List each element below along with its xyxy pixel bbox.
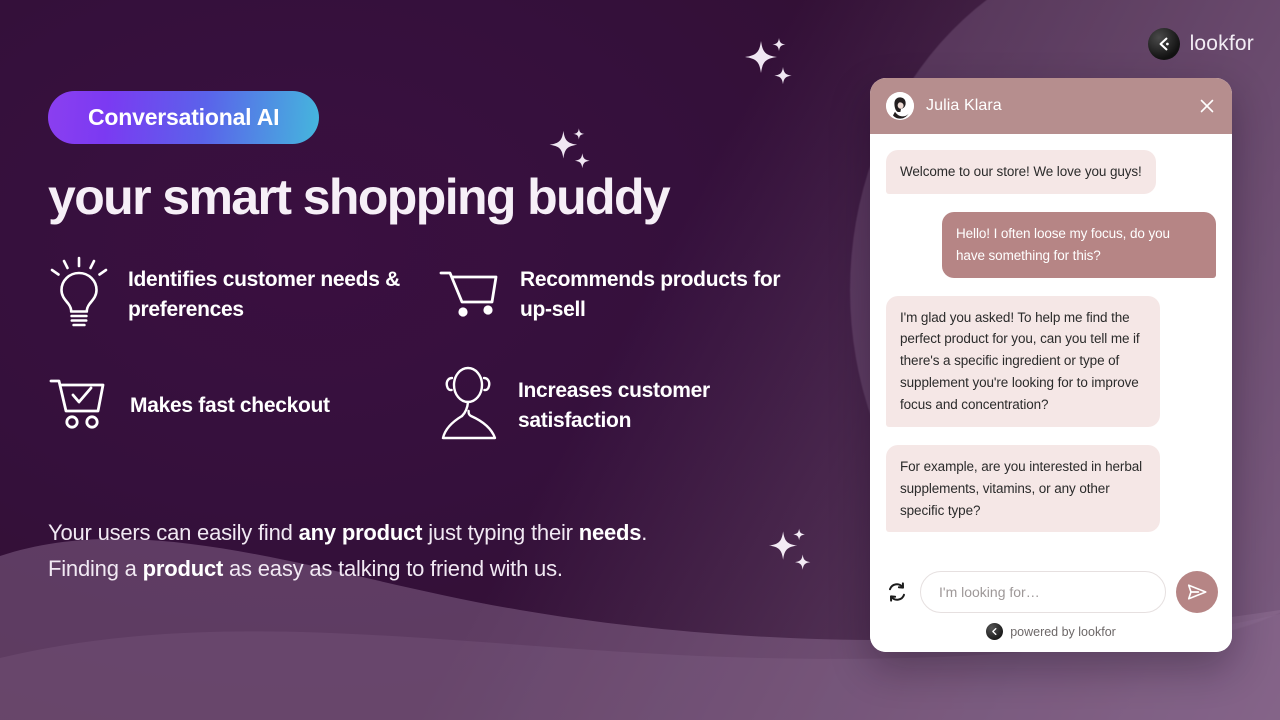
cart-check-icon <box>48 374 112 437</box>
lookfor-chevron-icon <box>986 623 1004 640</box>
chat-message-user: Hello! I often loose my focus, do you ha… <box>942 211 1216 278</box>
chat-footer: powered by lookfor <box>870 561 1232 652</box>
powered-by-text: powered by lookfor <box>1010 624 1116 639</box>
chat-header: Julia Klara <box>870 78 1232 134</box>
conversational-ai-badge: Conversational AI <box>48 91 320 144</box>
chat-message-bot: Welcome to our store! We love you guys! <box>886 150 1156 194</box>
support-agent-icon <box>438 364 500 447</box>
feature-item: Recommends products for up-sell <box>438 255 798 334</box>
promo-banner: lookfor Conversational AI your smart sho… <box>0 0 1280 720</box>
chat-widget: Julia Klara Welcome to our store! We lov… <box>870 78 1232 652</box>
hero-content: Conversational AI your smart shopping bu… <box>48 0 838 587</box>
blurb-strong: any product <box>298 520 423 545</box>
feature-label: Recommends products for up-sell <box>520 267 781 321</box>
feature-item: Makes fast checkout <box>48 364 438 447</box>
powered-by-badge: powered by lookfor <box>884 623 1218 640</box>
blurb-text: Your users can easily find <box>48 520 299 545</box>
chat-agent-name: Julia Klara <box>926 97 1002 114</box>
feature-item: Increases customer satisfaction <box>438 364 798 447</box>
blurb-text: just typing their <box>422 520 579 545</box>
shopping-cart-icon <box>438 264 502 325</box>
page-title: your smart shopping buddy <box>48 169 671 225</box>
feature-label: Makes fast checkout <box>130 393 330 417</box>
blurb-text: Finding a <box>48 555 143 581</box>
feature-list: Identifies customer needs & preferences … <box>48 255 838 447</box>
brand-logo[interactable]: lookfor <box>1147 28 1254 60</box>
feature-label: Identifies customer needs & preferences <box>128 267 400 321</box>
blurb-strong: needs <box>578 520 642 545</box>
brand-logo-text: lookfor <box>1189 32 1254 55</box>
agent-avatar-icon <box>886 92 914 120</box>
chat-message-list[interactable]: Welcome to our store! We love you guys! … <box>870 134 1232 561</box>
blurb-text: . <box>641 520 648 545</box>
chat-message-bot: I'm glad you asked! To help me find the … <box>886 295 1160 427</box>
hero-description: Your users can easily find any product j… <box>48 515 838 587</box>
blurb-strong: product <box>142 555 224 581</box>
lightbulb-icon <box>48 255 110 334</box>
refresh-icon[interactable] <box>884 579 910 605</box>
lookfor-chevron-icon <box>1147 28 1180 60</box>
feature-label: Increases customer satisfaction <box>518 378 710 432</box>
feature-item: Identifies customer needs & preferences <box>48 255 438 334</box>
close-icon[interactable] <box>1196 95 1218 117</box>
search-input[interactable] <box>920 571 1166 613</box>
hero-description-line-1: Your users can easily find any product j… <box>48 515 838 551</box>
send-button[interactable] <box>1176 571 1218 613</box>
chat-message-bot: For example, are you interested in herba… <box>886 444 1160 533</box>
hero-description-line-2: Finding a product as easy as talking to … <box>48 551 838 587</box>
chat-input-row <box>884 571 1218 613</box>
blurb-text: as easy as talking to friend with us. <box>223 555 563 581</box>
